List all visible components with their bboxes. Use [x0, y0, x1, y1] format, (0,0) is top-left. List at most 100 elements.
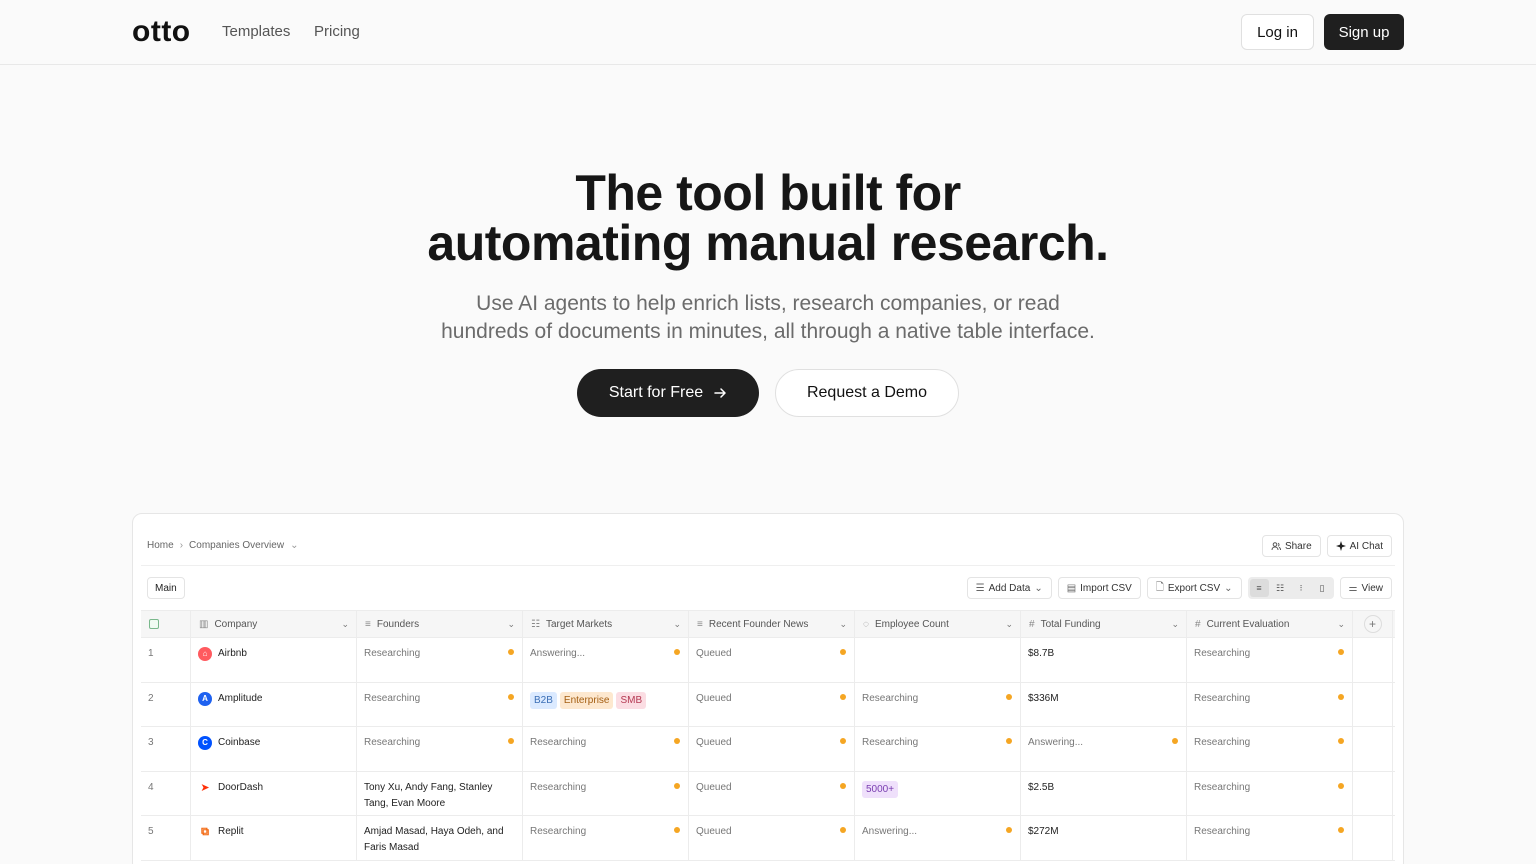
company-cell[interactable]: ➤ DoorDash [191, 771, 357, 815]
empty-cell [1353, 638, 1393, 682]
column-header-company[interactable]: ▥ Company ⌄ [191, 611, 357, 637]
row-number: 4 [141, 771, 191, 815]
density-relaxed-icon[interactable]: ⁝ [1292, 579, 1311, 597]
status-dot [840, 693, 846, 700]
total-funding-cell[interactable]: Answering... [1021, 727, 1187, 771]
founders-cell[interactable]: Amjad Masad, Haya Odeh, and Faris Masad [357, 816, 523, 860]
table-row[interactable]: 4 ➤ DoorDash Tony Xu, Andy Fang, Stanley … [141, 771, 1395, 816]
company-name: DoorDash [218, 781, 264, 793]
density-expanded-icon[interactable]: ▯ [1313, 579, 1332, 597]
cell-text: Researching [1194, 648, 1251, 659]
chevron-down-icon[interactable]: ⌄ [839, 619, 847, 630]
chevron-down-icon[interactable]: ⌄ [290, 540, 298, 551]
top-actions: Share AI Chat [1261, 535, 1392, 557]
column-header-total-funding[interactable]: # Total Funding ⌄ [1021, 611, 1187, 637]
select-all-checkbox[interactable] [149, 619, 159, 629]
target-markets-cell[interactable]: Answering... [523, 638, 689, 682]
sliders-icon: ⚌ [1348, 582, 1358, 594]
import-csv-button[interactable]: ▤ Import CSV [1057, 577, 1141, 599]
total-funding-cell[interactable]: $336M [1021, 682, 1187, 726]
column-header-target-markets[interactable]: ☷ Target Markets ⌄ [523, 611, 689, 637]
cell-text: Researching [1194, 737, 1251, 748]
target-markets-cell[interactable]: B2B Enterprise SMB [523, 682, 689, 726]
employee-count-cell[interactable] [855, 638, 1021, 682]
chevron-down-icon[interactable]: ⌄ [673, 619, 681, 630]
chevron-down-icon[interactable]: ⌄ [341, 619, 349, 630]
total-funding-cell[interactable]: $272M [1021, 816, 1187, 860]
founder-news-cell[interactable]: Queued [689, 682, 855, 726]
request-demo-button[interactable]: Request a Demo [775, 369, 959, 417]
founders-cell[interactable]: Tony Xu, Andy Fang, Stanley Tang, Evan M… [357, 771, 523, 815]
column-header-employee-count[interactable]: ◌ Employee Count ⌄ [855, 611, 1021, 637]
current-evaluation-cell[interactable]: Researching [1187, 727, 1353, 771]
current-evaluation-cell[interactable]: Researching [1187, 816, 1353, 860]
current-evaluation-cell[interactable]: Researching [1187, 682, 1353, 726]
founder-news-cell[interactable]: Queued [689, 816, 855, 860]
chevron-down-icon[interactable]: ⌄ [1005, 619, 1013, 630]
founder-news-cell[interactable]: Queued [689, 727, 855, 771]
status-dot [508, 649, 514, 655]
ai-chat-button[interactable]: AI Chat [1326, 535, 1392, 557]
status-dot [840, 782, 846, 789]
column-header-current-evaluation[interactable]: # Current Evaluation ⌄ [1187, 611, 1353, 637]
select-all-cell [141, 611, 191, 637]
target-markets-cell[interactable]: Researching [523, 727, 689, 771]
hero-title-line-2: automating manual research. [427, 215, 1109, 271]
employee-count-cell[interactable]: Researching [855, 727, 1021, 771]
hero-subtitle: Use AI agents to help enrich lists, rese… [0, 290, 1536, 346]
view-button[interactable]: ⚌ View [1339, 577, 1392, 599]
current-evaluation-cell[interactable]: Researching [1187, 638, 1353, 682]
export-csv-label: Export CSV [1167, 582, 1221, 594]
founders-cell[interactable]: Researching [357, 682, 523, 726]
column-label: Company [214, 618, 258, 630]
founder-news-cell[interactable]: Queued [689, 771, 855, 815]
company-cell[interactable]: C Coinbase [191, 727, 357, 771]
table-row[interactable]: 5 ⧉ Replit Amjad Masad, Haya Odeh, and Fa… [141, 816, 1395, 861]
company-cell[interactable]: ⌂ Airbnb [191, 638, 357, 682]
nav-link-templates[interactable]: Templates [222, 23, 290, 41]
density-compact-icon[interactable]: ≡ [1249, 579, 1269, 597]
company-cell[interactable]: A Amplitude [191, 682, 357, 726]
founders-cell[interactable]: Researching [357, 727, 523, 771]
text-icon: ≡ [697, 618, 703, 630]
employee-count-cell[interactable]: 5000+ [855, 771, 1021, 815]
start-for-free-button[interactable]: Start for Free [577, 369, 759, 417]
target-markets-cell[interactable]: Researching [523, 771, 689, 815]
share-button[interactable]: Share [1261, 535, 1321, 557]
tag-b2b: B2B [530, 691, 557, 709]
sparkle-icon [1335, 541, 1346, 551]
chevron-down-icon[interactable]: ⌄ [507, 619, 515, 630]
founders-cell[interactable]: Researching [357, 638, 523, 682]
tab-main[interactable]: Main [147, 577, 185, 599]
table-row[interactable]: 1 ⌂ Airbnb Researching Answering... Queue… [141, 638, 1395, 683]
total-funding-cell[interactable]: $2.5B [1021, 771, 1187, 815]
target-markets-cell[interactable]: Researching [523, 816, 689, 860]
status-dot [1338, 827, 1344, 833]
chevron-down-icon[interactable]: ⌄ [1171, 619, 1179, 630]
current-evaluation-cell[interactable]: Researching [1187, 771, 1353, 815]
add-data-button[interactable]: ☰ Add Data ⌄ [966, 577, 1052, 599]
chevron-down-icon[interactable]: ⌄ [1337, 619, 1345, 630]
employee-count-cell[interactable]: Researching [855, 682, 1021, 726]
add-column-icon[interactable]: + [1363, 615, 1382, 633]
table-row[interactable]: 3 C Coinbase Researching Researching Queu… [141, 727, 1395, 772]
cell-text: Researching [364, 692, 421, 704]
column-header-founders[interactable]: ≡ Founders ⌄ [357, 611, 523, 637]
breadcrumb-companies-overview[interactable]: Companies Overview [189, 540, 284, 551]
table-row[interactable]: 2 A Amplitude Researching B2B Enterprise SM… [141, 682, 1395, 727]
column-header-recent-founder-news[interactable]: ≡ Recent Founder News ⌄ [689, 611, 855, 637]
cell-text: Researching [1194, 781, 1251, 793]
density-normal-icon[interactable]: ☷ [1271, 579, 1290, 597]
breadcrumb-home[interactable]: Home [147, 540, 174, 551]
signup-button[interactable]: Sign up [1324, 14, 1404, 50]
founder-news-cell[interactable]: Queued [689, 638, 855, 682]
nav-link-pricing[interactable]: Pricing [314, 23, 360, 41]
otto-logo[interactable]: otto [132, 17, 191, 47]
export-csv-button[interactable]: 🗋 Export CSV ⌄ [1146, 577, 1242, 599]
company-cell[interactable]: ⧉ Replit [191, 816, 357, 860]
top-nav: otto Templates Pricing Log in Sign up [0, 0, 1536, 65]
employee-count-cell[interactable]: Answering... [855, 816, 1021, 860]
chevron-down-icon: ⌄ [1224, 582, 1233, 594]
login-button[interactable]: Log in [1241, 14, 1314, 50]
total-funding-cell[interactable]: $8.7B [1021, 638, 1187, 682]
